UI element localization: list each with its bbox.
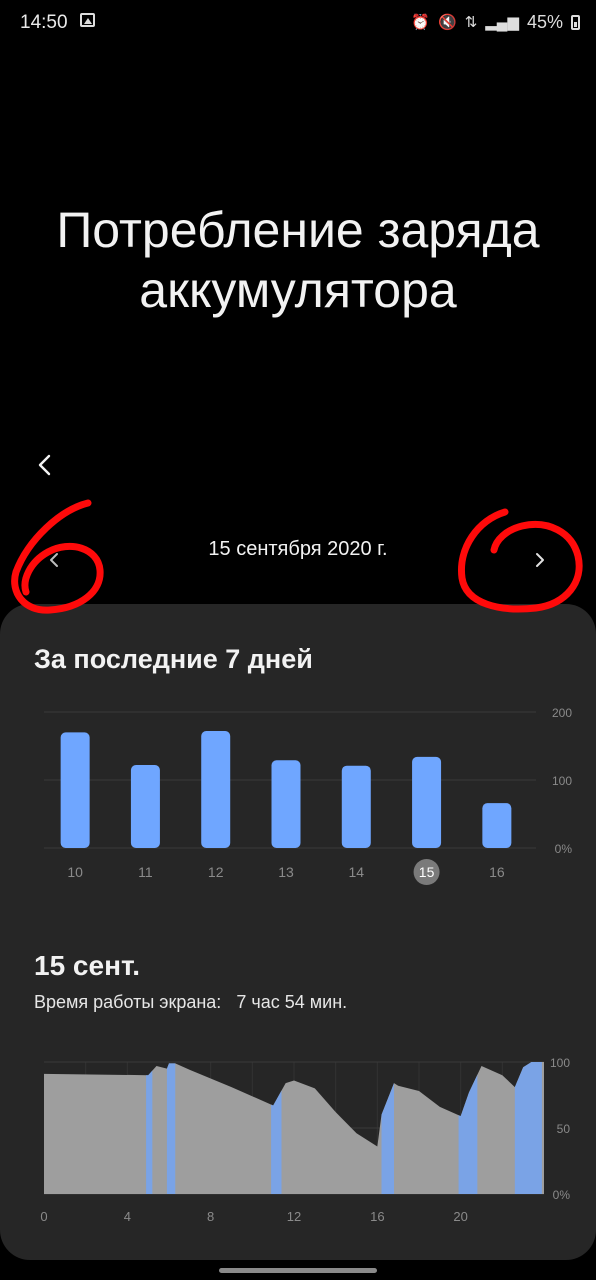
charging-period	[381, 1062, 394, 1194]
back-arrow-icon[interactable]	[30, 450, 60, 480]
screen-time-value: 7 час 54 мин.	[236, 992, 348, 1012]
status-time: 14:50	[20, 12, 68, 33]
charging-period	[271, 1062, 282, 1194]
battery-icon	[571, 15, 580, 30]
day-section-title: 15 сент.	[34, 950, 141, 981]
y-tick-label: 100	[550, 1056, 570, 1070]
x-tick-label: 13	[278, 864, 294, 880]
page-title: Потребление заряда аккумулятора	[0, 200, 596, 320]
data-arrows-icon: ⇅	[464, 13, 478, 31]
x-tick-label: 10	[67, 864, 83, 880]
gallery-icon	[80, 13, 95, 27]
bar-16	[482, 803, 512, 848]
charging-period	[146, 1062, 153, 1194]
charging-period	[514, 1062, 542, 1194]
screen-time-text: Время работы экрана: 7 час 54 мин.	[34, 992, 347, 1013]
screen-time-label: Время работы экрана:	[34, 992, 222, 1012]
y-tick-label: 100	[552, 774, 572, 788]
x-tick-label: 12	[287, 1209, 301, 1224]
signal-icon: ▂▄▆	[485, 13, 519, 31]
battery-percent: 45%	[526, 12, 563, 32]
bar-13	[271, 760, 301, 848]
x-tick-label: 15	[419, 864, 435, 880]
bar-15	[412, 756, 442, 848]
alarm-icon: ⏰	[411, 13, 430, 31]
page-title-line1: Потребление заряда	[56, 202, 540, 258]
week-section-title: За последние 7 дней	[34, 644, 313, 674]
y-tick-label: 200	[552, 706, 572, 720]
x-tick-label: 0	[40, 1209, 47, 1224]
mute-icon: 🔇	[438, 13, 457, 31]
y-tick-label: 50	[557, 1122, 571, 1136]
charging-period	[458, 1062, 478, 1194]
status-bar: 14:50 ⏰ 🔇 ⇅ ▂▄▆ 45%	[0, 0, 596, 44]
x-tick-label: 16	[489, 864, 505, 880]
page-title-line2: аккумулятора	[139, 262, 457, 318]
x-tick-label: 20	[453, 1209, 467, 1224]
x-tick-label: 14	[348, 864, 364, 880]
day-battery-area-chart: 0% 50 100 0 4 8 12 16 20	[40, 1056, 571, 1224]
x-tick-label: 16	[370, 1209, 384, 1224]
bar-14	[341, 765, 371, 848]
next-date-chevron-icon[interactable]	[528, 548, 552, 572]
y-tick-label: 0%	[553, 1188, 571, 1202]
week-bar-chart: 0% 100 200 10 11 12 13 14 15 16	[44, 706, 573, 885]
home-indicator	[219, 1268, 377, 1273]
charging-period	[166, 1062, 176, 1194]
y-tick-label: 0%	[555, 842, 573, 856]
selected-date: 15 сентября 2020 г.	[208, 538, 388, 560]
x-tick-label: 11	[138, 864, 153, 880]
status-icons: ⏰ 🔇 ⇅ ▂▄▆ 45%	[411, 12, 580, 33]
x-tick-label: 4	[124, 1209, 131, 1224]
bar-12	[201, 731, 231, 848]
bar-10	[60, 732, 90, 848]
x-tick-label: 8	[207, 1209, 214, 1224]
bar-11	[130, 765, 160, 848]
x-tick-label: 12	[208, 864, 224, 880]
